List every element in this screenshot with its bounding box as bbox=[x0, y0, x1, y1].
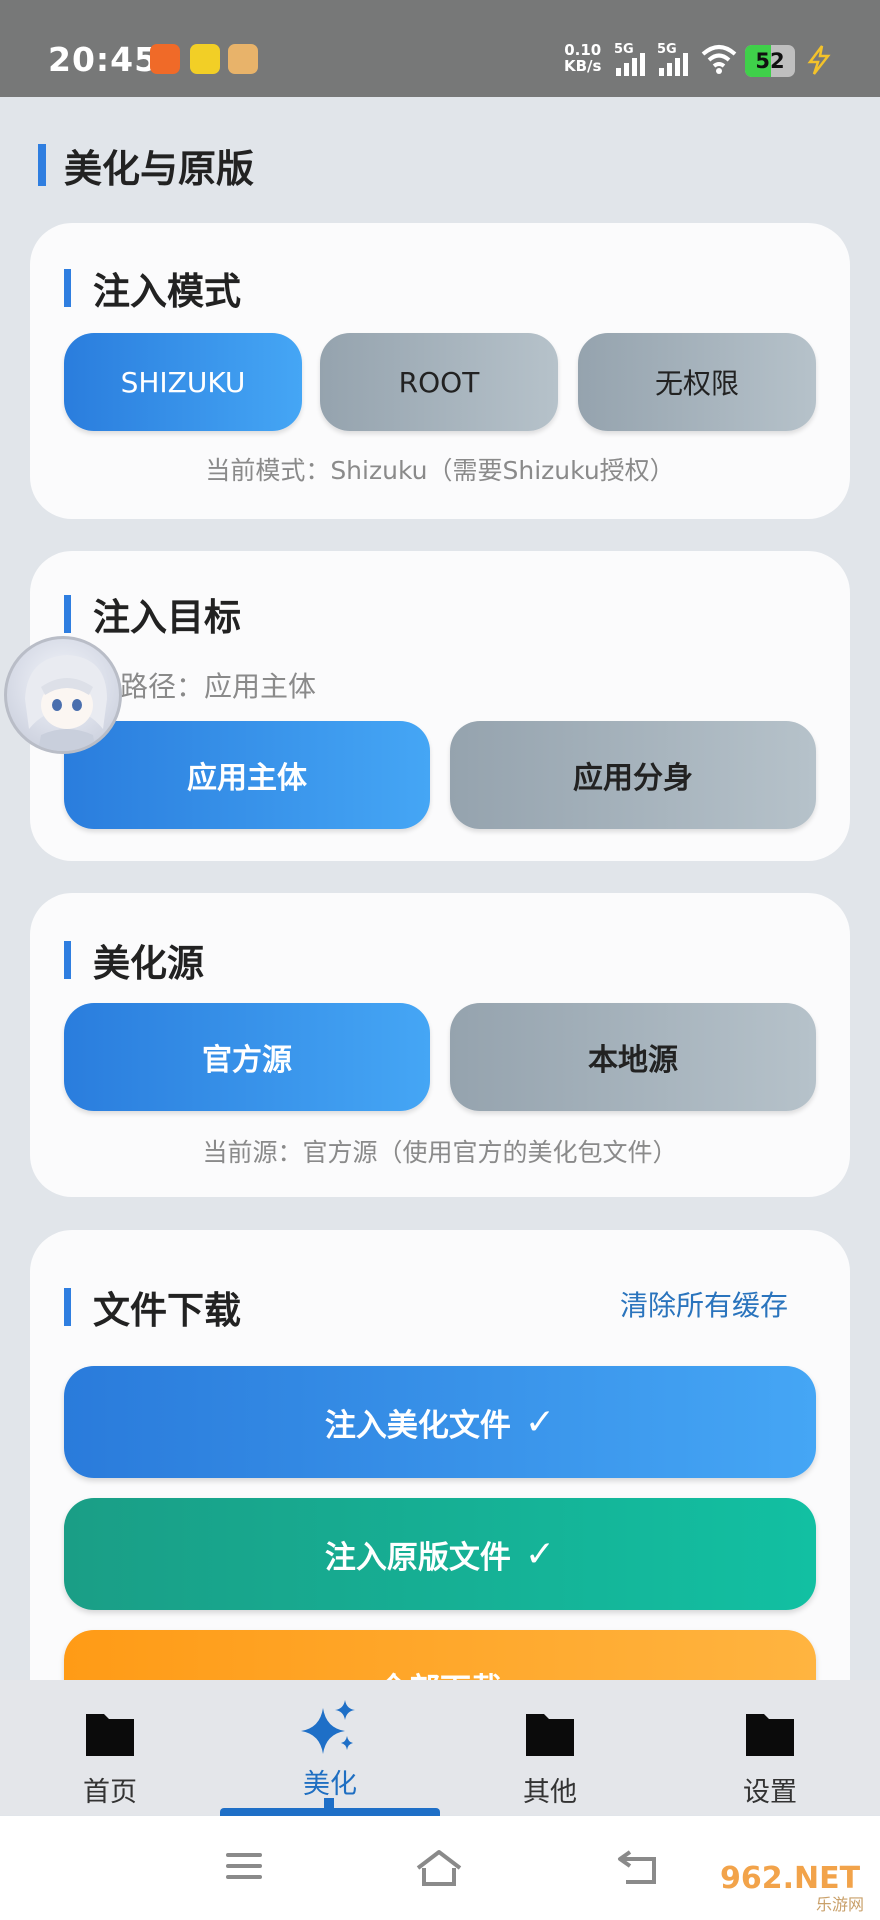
check-icon: ✓ bbox=[524, 1533, 556, 1575]
svg-text:962.NET: 962.NET bbox=[720, 1861, 861, 1896]
nav-label: 美化 bbox=[303, 1769, 357, 1800]
card-header: 注入模式 bbox=[64, 261, 241, 315]
beautify-source-card: 美化源 官方源 本地源 当前源：官方源（使用官方的美化包文件） bbox=[30, 893, 850, 1197]
svg-text:乐游网: 乐游网 bbox=[816, 1895, 864, 1914]
accent-bar bbox=[38, 144, 46, 186]
card-title: 美化源 bbox=[93, 942, 204, 985]
signal-icon: 5G bbox=[657, 42, 693, 76]
floating-avatar[interactable] bbox=[4, 636, 122, 754]
network-speed: 0.10 KB/s bbox=[564, 42, 601, 74]
wifi-icon bbox=[701, 45, 737, 74]
mode-hint: 当前模式：Shizuku（需要Shizuku授权） bbox=[205, 456, 675, 485]
nav-label: 其他 bbox=[523, 1777, 577, 1808]
section-heading: 美化与原版 bbox=[38, 142, 254, 191]
source-hint: 当前源：官方源（使用官方的美化包文件） bbox=[202, 1138, 678, 1167]
file-download-card: 文件下载 清除所有缓存 注入美化文件 ✓ 注入原版文件 ✓ 全部下载 bbox=[30, 1230, 850, 1750]
inject-mode-card: 注入模式 SHIZUKU ROOT 无权限 当前模式：Shizuku（需要Shi… bbox=[30, 223, 850, 519]
back-icon[interactable] bbox=[614, 1848, 660, 1888]
battery-icon: 52 bbox=[745, 45, 795, 77]
battery-level: 52 bbox=[755, 49, 785, 73]
notification-app-icon bbox=[228, 44, 258, 74]
target-main-app-button[interactable]: 应用主体 bbox=[64, 721, 430, 829]
signal-type: 5G bbox=[657, 42, 677, 57]
home-icon[interactable] bbox=[414, 1848, 464, 1888]
accent-bar bbox=[64, 595, 71, 633]
target-clone-app-button[interactable]: 应用分身 bbox=[450, 721, 816, 829]
accent-bar bbox=[64, 269, 71, 307]
mode-no-permission-button[interactable]: 无权限 bbox=[578, 333, 816, 431]
accent-bar bbox=[64, 1288, 71, 1326]
clear-cache-link[interactable]: 清除所有缓存 bbox=[620, 1284, 788, 1324]
button-label: 注入原版文件 bbox=[324, 1539, 511, 1576]
source-official-button[interactable]: 官方源 bbox=[64, 1003, 430, 1111]
button-label: 注入美化文件 bbox=[324, 1407, 511, 1444]
status-bar: 20:45 0.10 KB/s 5G 5G 52 bbox=[0, 0, 880, 97]
signal-type: 5G bbox=[614, 42, 634, 57]
network-speed-value: 0.10 bbox=[564, 41, 602, 59]
inject-target-card: 注入目标 当前路径：应用主体 应用主体 应用分身 bbox=[30, 551, 850, 861]
bottom-navigation: 首页 美化 其他 设置 bbox=[0, 1680, 880, 1815]
nav-item-beautify[interactable]: 美化 bbox=[270, 1698, 390, 1801]
card-header: 文件下载 bbox=[64, 1280, 241, 1334]
sparkle-icon bbox=[301, 1700, 355, 1754]
mode-shizuku-button[interactable]: SHIZUKU bbox=[64, 333, 302, 431]
site-watermark-logo: 962.NET 乐游网 bbox=[720, 1861, 864, 1914]
source-local-button[interactable]: 本地源 bbox=[450, 1003, 816, 1111]
nav-label: 首页 bbox=[83, 1777, 137, 1808]
menu-icon[interactable] bbox=[224, 1848, 264, 1884]
card-header: 注入目标 bbox=[64, 587, 241, 641]
charging-icon bbox=[807, 45, 831, 75]
card-title: 文件下载 bbox=[93, 1289, 241, 1332]
accent-bar bbox=[64, 941, 71, 979]
folder-icon bbox=[746, 1714, 794, 1756]
card-header: 美化源 bbox=[64, 933, 204, 987]
notification-app-icon bbox=[190, 44, 220, 74]
card-title: 注入目标 bbox=[93, 596, 241, 639]
nav-item-home[interactable]: 首页 bbox=[50, 1708, 170, 1809]
nav-item-other[interactable]: 其他 bbox=[490, 1708, 610, 1809]
status-time: 20:45 bbox=[48, 40, 159, 79]
inject-original-files-button[interactable]: 注入原版文件 ✓ bbox=[64, 1498, 816, 1610]
card-title: 注入模式 bbox=[93, 270, 241, 313]
check-icon: ✓ bbox=[524, 1401, 556, 1443]
folder-icon bbox=[526, 1714, 574, 1756]
nav-item-settings[interactable]: 设置 bbox=[710, 1708, 830, 1809]
signal-icon: 5G bbox=[614, 42, 650, 76]
page-title: 美化与原版 bbox=[64, 146, 255, 191]
mode-root-button[interactable]: ROOT bbox=[320, 333, 558, 431]
notification-app-icon bbox=[150, 44, 180, 74]
nav-label: 设置 bbox=[743, 1777, 797, 1808]
active-tab-indicator-tick bbox=[324, 1798, 334, 1810]
folder-icon bbox=[86, 1714, 134, 1756]
inject-beautify-files-button[interactable]: 注入美化文件 ✓ bbox=[64, 1366, 816, 1478]
network-speed-unit: KB/s bbox=[564, 57, 602, 75]
system-navigation-bar: 962.NET 乐游网 bbox=[0, 1816, 880, 1920]
